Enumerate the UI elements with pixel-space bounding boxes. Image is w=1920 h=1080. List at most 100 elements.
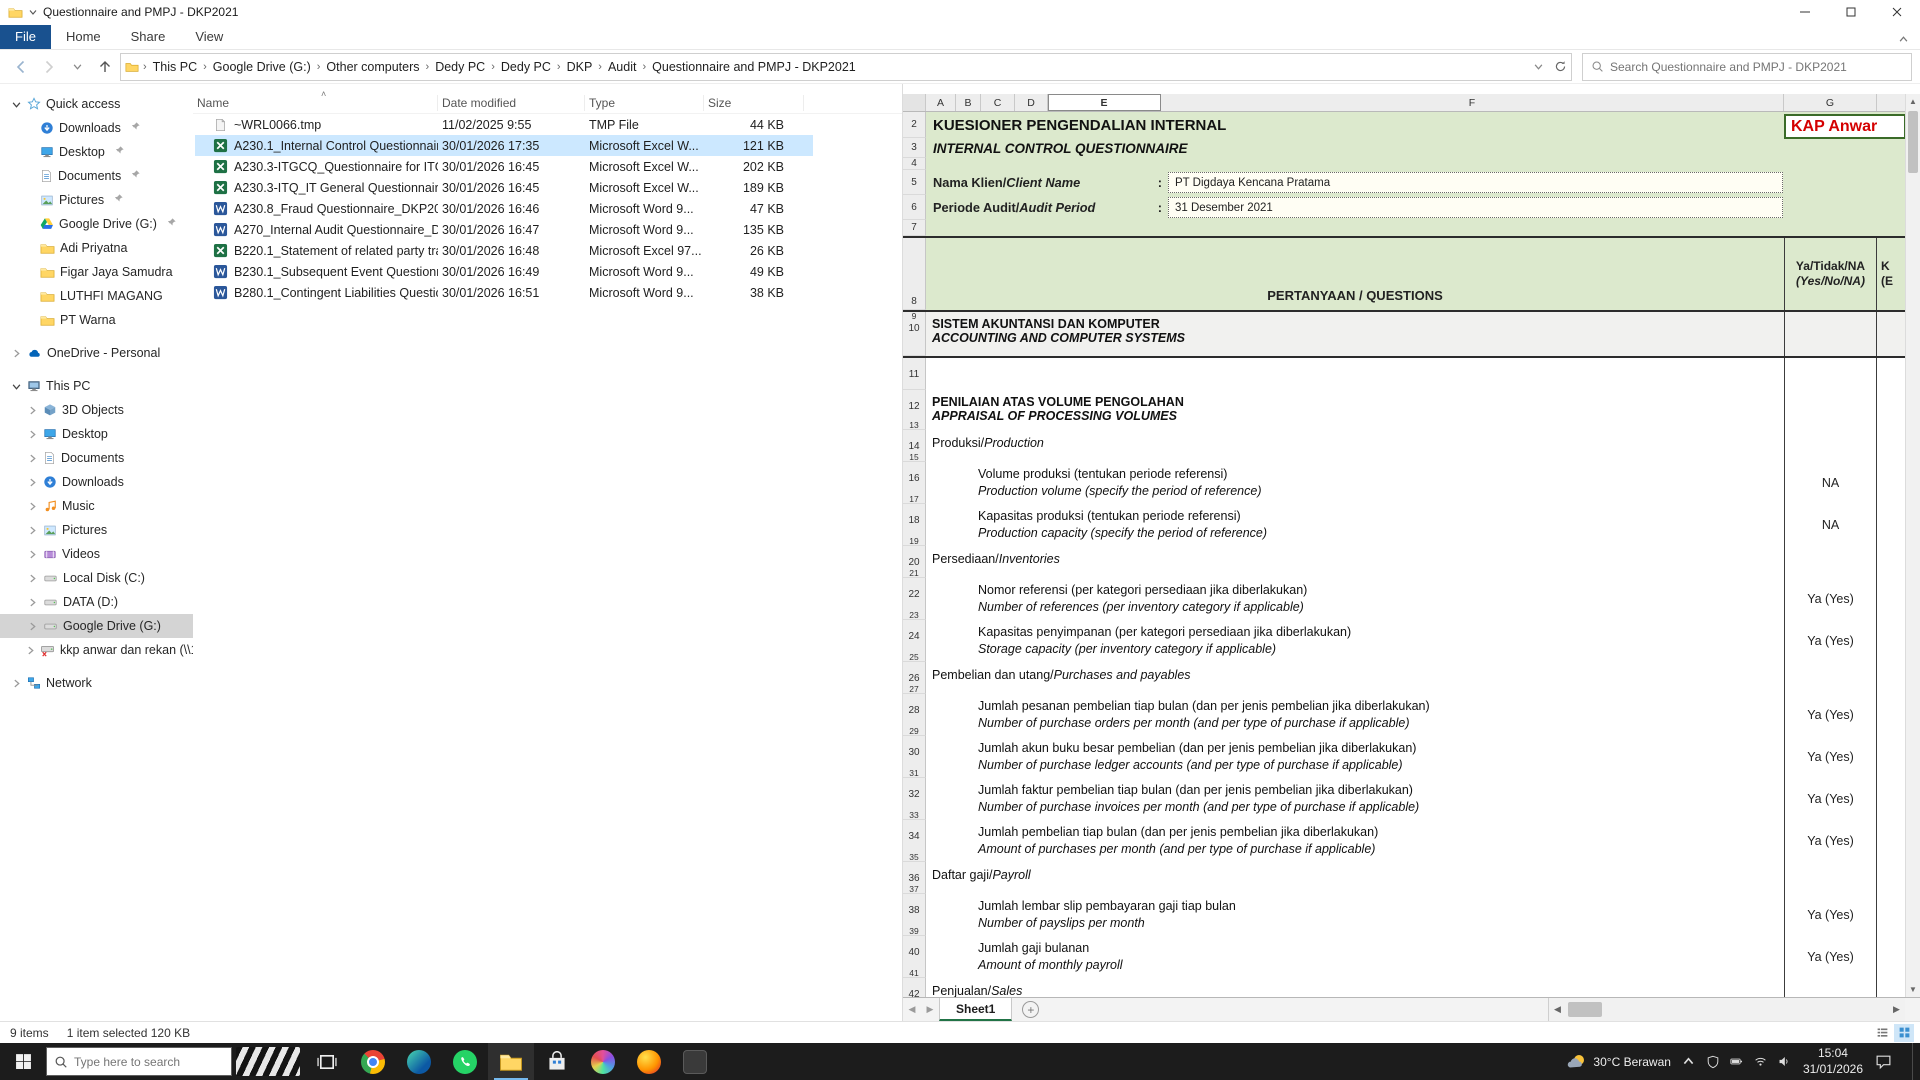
sidebar-item-downloads[interactable]: Downloads [0,116,193,140]
chevron-down-icon[interactable] [10,382,22,391]
taskbar-file-explorer-icon[interactable] [488,1043,534,1080]
sidebar-item-music[interactable]: Music [0,494,193,518]
breadcrumb-segment[interactable]: This PC [148,58,202,76]
sidebar-item-kkp-anwar-dan-rekan-1[interactable]: kkp anwar dan rekan (\\1 [0,638,193,662]
sidebar-item-pictures[interactable]: Pictures [0,518,193,542]
hidden-icons-chevron-icon[interactable] [1683,1056,1694,1067]
taskbar-microsoft-store-icon[interactable] [534,1043,580,1080]
sidebar-item-documents[interactable]: Documents [0,164,193,188]
taskbar-task-view-icon[interactable] [304,1043,350,1080]
tray-volume-icon[interactable] [1777,1055,1791,1068]
breadcrumb-segment[interactable]: Dedy PC [496,58,556,76]
sidebar-item-this-pc[interactable]: This PC [0,374,193,398]
column-header-clipped[interactable] [1877,94,1906,111]
sidebar-item-figar-jaya-samudra[interactable]: Figar Jaya Samudra [0,260,193,284]
breadcrumb-segment[interactable]: DKP [562,58,598,76]
recent-locations-chevron-icon[interactable] [64,54,90,80]
up-icon[interactable] [92,54,118,80]
file-row[interactable]: B220.1_Statement of related party transa… [195,240,813,261]
column-header-size[interactable]: Size [704,95,804,111]
breadcrumb-segment[interactable]: Questionnaire and PMPJ - DKP2021 [647,58,861,76]
sidebar-item-data-d-[interactable]: DATA (D:) [0,590,193,614]
address-dropdown-chevron-icon[interactable] [1534,62,1543,71]
taskbar-whatsapp-icon[interactable] [442,1043,488,1080]
tray-wifi-icon[interactable] [1753,1055,1768,1068]
taskbar-search-box[interactable] [46,1047,232,1076]
large-icons-view-icon[interactable] [1894,1024,1914,1042]
taskbar-photos-icon[interactable] [580,1043,626,1080]
maximize-button[interactable] [1828,0,1874,24]
sidebar-item-documents[interactable]: Documents [0,446,193,470]
sidebar-item-network[interactable]: Network [0,671,193,695]
breadcrumb-segment[interactable]: Audit [603,58,642,76]
sidebar-item-onedrive-personal[interactable]: OneDrive - Personal [0,341,193,365]
chevron-right-icon[interactable] [26,478,38,487]
sidebar-item-google-drive-g-[interactable]: Google Drive (G:) [0,212,193,236]
sidebar-item-quick-access[interactable]: Quick access [0,92,193,116]
file-row[interactable]: A230.1_Internal Control Questionnaire_D.… [195,135,813,156]
column-header-C[interactable]: C [981,94,1015,111]
taskbar-chrome-icon[interactable] [350,1043,396,1080]
breadcrumb-segment[interactable]: Dedy PC [430,58,490,76]
breadcrumb-segment[interactable]: Google Drive (G:) [208,58,316,76]
sidebar-item-desktop[interactable]: Desktop [0,422,193,446]
taskbar-edge-icon[interactable] [396,1043,442,1080]
quick-access-toolbar-chevron-icon[interactable] [29,8,37,16]
sidebar-item-videos[interactable]: Videos [0,542,193,566]
chevron-right-icon[interactable] [26,526,38,535]
vertical-scroll-thumb[interactable] [1908,111,1918,173]
chevron-right-icon[interactable] [10,349,22,358]
chevron-right-icon[interactable] [26,454,38,463]
start-button[interactable] [0,1043,46,1080]
taskbar-zebra-search-highlight-icon[interactable] [232,1043,304,1080]
chevron-right-icon[interactable] [26,430,38,439]
sidebar-item-google-drive-g-[interactable]: Google Drive (G:) [0,614,193,638]
chevron-right-icon[interactable] [26,622,38,631]
chevron-right-icon[interactable] [26,550,38,559]
sidebar-item-pictures[interactable]: Pictures [0,188,193,212]
sidebar-item-3d-objects[interactable]: 3D Objects [0,398,193,422]
refresh-icon[interactable] [1554,60,1567,73]
file-row[interactable]: A230.3-ITQ_IT General Questionnaire_DK..… [195,177,813,198]
column-header-E[interactable]: E [1048,94,1161,111]
ribbon-tab-home[interactable]: Home [51,25,116,49]
chevron-right-icon[interactable] [26,406,38,415]
column-header-D[interactable]: D [1015,94,1048,111]
scroll-down-icon[interactable]: ▼ [1909,982,1917,997]
horizontal-scrollbar[interactable]: ◀ ▶ [1548,998,1905,1021]
taskbar-dark-app-icon[interactable] [672,1043,718,1080]
tray-shield-icon[interactable] [1706,1055,1720,1069]
sheet-nav-right-icon[interactable]: ▶ [921,998,939,1021]
ribbon-tab-view[interactable]: View [180,25,238,49]
sidebar-item-desktop[interactable]: Desktop [0,140,193,164]
sidebar-item-pt-warna[interactable]: PT Warna [0,308,193,332]
collapse-ribbon-icon[interactable] [1899,35,1908,44]
taskbar-search-input[interactable] [74,1055,224,1069]
column-header-G[interactable]: G [1784,94,1877,111]
sheet-tab-sheet1[interactable]: Sheet1 [939,998,1012,1021]
breadcrumb[interactable]: ›This PC›Google Drive (G:)›Other compute… [120,53,1572,81]
column-header-F[interactable]: F [1161,94,1784,111]
file-row[interactable]: A230.8_Fraud Questionnaire_DKP202130/01/… [195,198,813,219]
select-all-corner[interactable] [903,94,926,111]
horizontal-scroll-thumb[interactable] [1568,1002,1602,1017]
column-header-type[interactable]: Type [585,95,704,111]
ribbon-tab-file[interactable]: File [0,25,51,49]
file-row[interactable]: A230.3-ITGCQ_Questionnaire for ITGC_DK..… [195,156,813,177]
sort-ascending-icon[interactable]: ˄ [321,89,326,99]
chevron-down-icon[interactable] [10,100,22,109]
scroll-left-icon[interactable]: ◀ [1549,998,1566,1021]
column-header-A[interactable]: A [926,94,956,111]
column-header-date-modified[interactable]: Date modified [438,95,585,111]
chevron-right-icon[interactable] [10,679,22,688]
file-row[interactable]: ~WRL0066.tmp11/02/2025 9:55TMP File44 KB [195,114,813,135]
column-header-name[interactable]: Name [193,95,438,111]
vertical-scrollbar[interactable]: ▲ ▼ [1905,94,1920,997]
file-row[interactable]: B280.1_Contingent Liabilities Questionn.… [195,282,813,303]
file-row[interactable]: B230.1_Subsequent Event Questionnaire_..… [195,261,813,282]
forward-icon[interactable] [36,54,62,80]
back-icon[interactable] [8,54,34,80]
search-box[interactable] [1582,53,1912,81]
show-desktop-button[interactable] [1912,1043,1918,1080]
ribbon-tab-share[interactable]: Share [116,25,181,49]
